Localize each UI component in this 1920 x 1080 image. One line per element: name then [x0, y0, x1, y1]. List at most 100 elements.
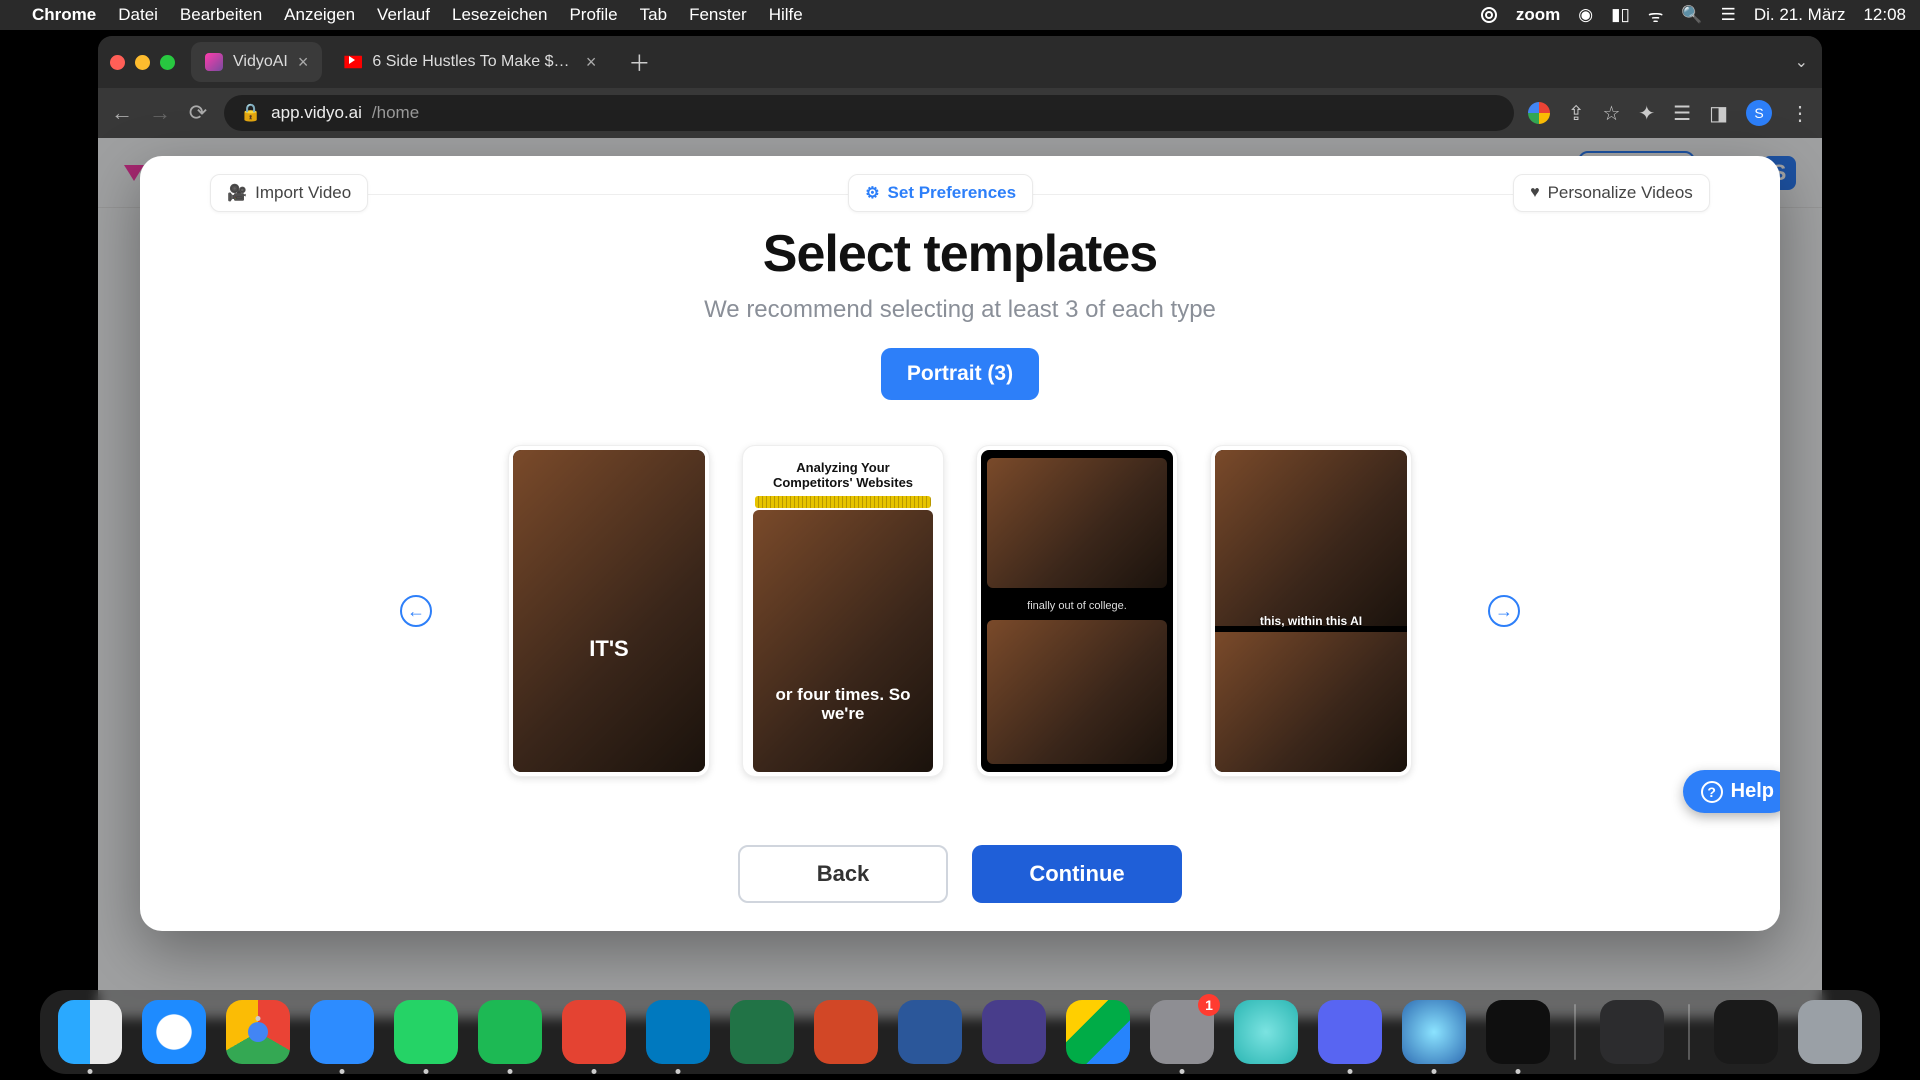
profile-avatar[interactable]: S — [1746, 100, 1772, 126]
step-preferences[interactable]: ⚙︎Set Preferences — [848, 174, 1033, 212]
menubar-date[interactable]: Di. 21. März — [1754, 5, 1846, 25]
kebab-menu-icon[interactable]: ⋮ — [1790, 101, 1810, 126]
tab-strip: VidyoAI × 6 Side Hustles To Make $1000 ×… — [98, 36, 1822, 88]
template-card[interactable]: Analyzing Your Competitors' Websites or … — [743, 446, 943, 776]
dock-whatsapp[interactable] — [394, 1000, 458, 1064]
address-bar: ← → ⟳ 🔒 app.vidyo.ai/home ⇪ ☆ ✦ ☰ ◨ S ⋮ — [98, 88, 1822, 138]
continue-button[interactable]: Continue — [972, 845, 1182, 903]
tabs-overflow-icon[interactable]: ⌄ — [1795, 52, 1808, 72]
template-caption: finally out of college. — [981, 600, 1173, 612]
template-caption: or four times. So we're — [747, 685, 939, 724]
screen-record-icon[interactable] — [1480, 6, 1498, 24]
wifi-icon[interactable]: ᯤ — [1648, 4, 1664, 27]
bookmark-icon[interactable]: ☆ — [1602, 101, 1620, 126]
step-personalize[interactable]: ♥Personalize Videos — [1513, 174, 1710, 212]
settings-badge: 1 — [1198, 994, 1220, 1016]
menu-profile[interactable]: Profile — [569, 5, 617, 25]
menubar-time[interactable]: 12:08 — [1863, 5, 1906, 25]
battery-icon[interactable]: ▮▯ — [1611, 5, 1630, 25]
macos-menubar: Chrome Datei Bearbeiten Anzeigen Verlauf… — [0, 0, 1920, 30]
dock-finder[interactable] — [58, 1000, 122, 1064]
reading-list-icon[interactable]: ☰ — [1673, 101, 1691, 126]
reload-button[interactable]: ⟳ — [186, 100, 210, 126]
app-menus: Chrome Datei Bearbeiten Anzeigen Verlauf… — [32, 5, 803, 25]
dock-settings[interactable]: 1 — [1150, 1000, 1214, 1064]
sidepanel-icon[interactable]: ◨ — [1709, 101, 1728, 126]
template-card[interactable]: IT'S — [509, 446, 709, 776]
menu-anzeigen[interactable]: Anzeigen — [284, 5, 355, 25]
back-button[interactable]: Back — [738, 845, 948, 903]
tab-youtube[interactable]: 6 Side Hustles To Make $1000 × — [330, 42, 610, 82]
minimize-window-button[interactable] — [135, 55, 150, 70]
template-thumb — [987, 458, 1167, 588]
dock-google-drive[interactable] — [1066, 1000, 1130, 1064]
template-caption: this, within this AI — [1215, 614, 1407, 628]
new-tab-button[interactable]: ＋ — [618, 46, 660, 78]
close-tab-icon[interactable]: × — [586, 52, 597, 73]
dock-powerpoint[interactable] — [814, 1000, 878, 1064]
menu-verlauf[interactable]: Verlauf — [377, 5, 430, 25]
zoom-menubar-label[interactable]: zoom — [1516, 5, 1560, 25]
dock-chrome[interactable] — [226, 1000, 290, 1064]
lock-icon: 🔒 — [240, 103, 261, 123]
dock-quicktime[interactable] — [1402, 1000, 1466, 1064]
menu-tab[interactable]: Tab — [640, 5, 667, 25]
extensions-icon[interactable]: ✦ — [1638, 101, 1655, 126]
menu-fenster[interactable]: Fenster — [689, 5, 747, 25]
share-icon[interactable]: ⇪ — [1568, 101, 1585, 126]
template-thumb — [987, 620, 1167, 764]
url-host: app.vidyo.ai — [271, 103, 362, 123]
heart-icon: ♥ — [1530, 184, 1540, 202]
dock-app-cyan[interactable] — [1234, 1000, 1298, 1064]
template-card[interactable]: this, within this AI — [1211, 446, 1411, 776]
menu-bearbeiten[interactable]: Bearbeiten — [180, 5, 262, 25]
dock-safari[interactable] — [142, 1000, 206, 1064]
dock-trello[interactable] — [646, 1000, 710, 1064]
nav-back-button[interactable]: ← — [110, 100, 134, 126]
dock-trash[interactable] — [1798, 1000, 1862, 1064]
dock-zoom[interactable] — [310, 1000, 374, 1064]
dock-separator — [1574, 1004, 1576, 1060]
carousel-next-button[interactable]: → — [1488, 595, 1520, 627]
dock-word[interactable] — [898, 1000, 962, 1064]
url-field[interactable]: 🔒 app.vidyo.ai/home — [224, 95, 1514, 131]
fullscreen-window-button[interactable] — [160, 55, 175, 70]
template-card[interactable]: finally out of college. — [977, 446, 1177, 776]
nav-forward-button[interactable]: → — [148, 100, 172, 126]
step-import[interactable]: 🎥Import Video — [210, 174, 368, 212]
close-tab-icon[interactable]: × — [298, 52, 309, 73]
modal-title: Select templates — [140, 224, 1780, 284]
menu-datei[interactable]: Datei — [118, 5, 158, 25]
menu-hilfe[interactable]: Hilfe — [769, 5, 803, 25]
tab-vidyoai[interactable]: VidyoAI × — [191, 42, 322, 82]
dock-imovie[interactable] — [982, 1000, 1046, 1064]
menu-lesezeichen[interactable]: Lesezeichen — [452, 5, 547, 25]
app-name[interactable]: Chrome — [32, 5, 96, 25]
loom-icon[interactable]: ◉ — [1578, 5, 1593, 25]
help-icon: ? — [1701, 781, 1723, 803]
carousel-prev-button[interactable]: ← — [400, 595, 432, 627]
aspect-pill-portrait[interactable]: Portrait (3) — [881, 348, 1039, 400]
template-thumb — [1215, 450, 1407, 626]
dock-spotify[interactable] — [478, 1000, 542, 1064]
dock-launchpad[interactable] — [1714, 1000, 1778, 1064]
gear-icon: ⚙︎ — [865, 183, 879, 203]
dock-discord[interactable] — [1318, 1000, 1382, 1064]
template-thumb — [513, 450, 705, 772]
tab-title: 6 Side Hustles To Make $1000 — [372, 53, 575, 71]
dock-calculator[interactable] — [1600, 1000, 1664, 1064]
template-title: Analyzing Your Competitors' Websites — [747, 450, 939, 496]
page-body: vidyo.ai Home Downloads Media ⌄ ◔42 / 75… — [98, 138, 1822, 1018]
dock-excel[interactable] — [730, 1000, 794, 1064]
google-account-icon[interactable] — [1528, 102, 1550, 124]
control-center-icon[interactable]: ☰ — [1721, 5, 1736, 25]
chrome-window: VidyoAI × 6 Side Hustles To Make $1000 ×… — [98, 36, 1822, 1018]
dock-audio-app[interactable] — [1486, 1000, 1550, 1064]
template-caption: IT'S — [513, 636, 705, 662]
dock-todoist[interactable] — [562, 1000, 626, 1064]
close-window-button[interactable] — [110, 55, 125, 70]
dock-separator — [1688, 1004, 1690, 1060]
help-button[interactable]: ? Help — [1683, 770, 1780, 813]
spotlight-icon[interactable]: 🔍 — [1681, 5, 1702, 25]
vidyo-favicon-icon — [205, 53, 223, 71]
